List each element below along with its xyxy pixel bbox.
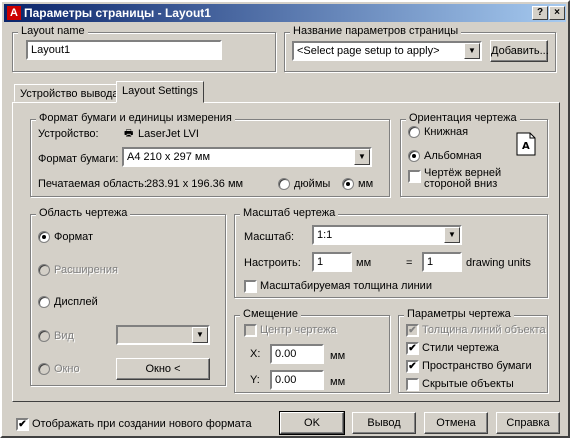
plot-options-group-label: Параметры чертежа (404, 308, 514, 320)
scale-value: 1:1 (317, 229, 333, 241)
plot-styles-checkbox[interactable]: ✔ (406, 342, 419, 355)
view-select[interactable]: ▼ (116, 325, 210, 345)
layout-name-input[interactable]: Layout1 (26, 40, 222, 60)
help-title-button[interactable]: ? (532, 6, 548, 20)
custom-scale-label: Настроить: (244, 257, 301, 269)
plot-window-label: Окно (54, 363, 80, 375)
offset-y-label: Y: (250, 374, 260, 386)
page-setup-dialog: A Параметры страницы - Layout1 ? × Layou… (0, 0, 570, 438)
plot-area-group-label: Область чертежа (36, 207, 131, 219)
show-on-new-label: Отображать при создании нового формата (32, 418, 252, 430)
page-setup-name-label: Название параметров страницы (290, 25, 462, 37)
units-mm-radio[interactable] (342, 178, 354, 190)
printable-area-value: 283.91 x 196.36 мм (146, 178, 244, 190)
tab-layout-settings[interactable]: Layout Settings (116, 81, 204, 103)
plot-limits-radio[interactable] (38, 231, 50, 243)
paperspace-last-checkbox[interactable]: ✔ (406, 360, 419, 373)
portrait-radio[interactable] (408, 126, 420, 138)
device-value: LaserJet LVI (138, 128, 199, 140)
orientation-group-label: Ориентация чертежа (406, 112, 520, 124)
page-setup-select[interactable]: <Select page setup to apply> ▼ (292, 41, 482, 61)
plot-display-label: Дисплей (54, 296, 98, 308)
offset-x-unit: мм (330, 350, 346, 362)
plot-view-label: Вид (54, 330, 74, 342)
custom-mm-input[interactable]: 1 (312, 252, 352, 272)
plot-button[interactable]: Вывод (352, 412, 416, 434)
window-pick-button[interactable]: Окно < (116, 358, 210, 380)
scale-lineweights-label: Масштабируемая толщина линии (260, 280, 432, 292)
upside-down-label: Чертёж верней стороной вниз (424, 167, 502, 190)
units-mm-label: мм (358, 178, 374, 190)
help-button[interactable]: Справка (496, 412, 560, 434)
plot-offset-group-label: Смещение (240, 308, 302, 320)
equals-sign: = (406, 257, 413, 269)
offset-y-unit: мм (330, 376, 346, 388)
offset-y-input[interactable]: 0.00 (270, 370, 324, 390)
page-setup-select-value: <Select page setup to apply> (297, 45, 440, 57)
chevron-down-icon[interactable]: ▼ (464, 43, 480, 59)
units-inches-label: дюймы (294, 178, 331, 190)
plot-window-radio[interactable] (38, 363, 50, 375)
add-page-setup-button[interactable]: Добавить... (490, 40, 549, 62)
upside-down-checkbox[interactable] (408, 170, 421, 183)
chevron-down-icon[interactable]: ▼ (444, 227, 460, 243)
portrait-label: Книжная (424, 126, 469, 138)
object-lineweights-checkbox[interactable]: ✔ (406, 324, 419, 337)
paper-size-label: Формат бумаги: (38, 153, 119, 165)
close-title-button[interactable]: × (549, 6, 565, 20)
dialog-title: Параметры страницы - Layout1 (24, 6, 211, 20)
plot-display-radio[interactable] (38, 296, 50, 308)
cancel-button[interactable]: Отмена (424, 412, 488, 434)
offset-x-input[interactable]: 0.00 (270, 344, 324, 364)
printable-area-label: Печатаемая область: (38, 178, 147, 190)
plot-view-radio[interactable] (38, 330, 50, 342)
hide-objects-label: Скрытые объекты (422, 378, 514, 390)
paperspace-last-label: Пространство бумаги (422, 360, 532, 372)
plot-extents-radio[interactable] (38, 264, 50, 276)
paper-size-select[interactable]: A4 210 x 297 мм ▼ (122, 147, 372, 167)
device-label: Устройство: (38, 128, 99, 140)
hide-objects-checkbox[interactable] (406, 378, 419, 391)
drawing-units-label: drawing units (466, 257, 531, 269)
scale-select[interactable]: 1:1 ▼ (312, 225, 462, 245)
plot-extents-label: Расширения (54, 264, 118, 276)
paper-size-group-label: Формат бумаги и единицы измерения (36, 112, 235, 124)
landscape-radio[interactable] (408, 150, 420, 162)
offset-x-label: X: (250, 348, 261, 360)
plot-styles-label: Стили чертежа (422, 342, 499, 354)
paper-size-value: A4 210 x 297 мм (127, 151, 211, 163)
units-inches-radio[interactable] (278, 178, 290, 190)
ok-button[interactable]: OK (279, 411, 345, 435)
printer-icon: 🖶 (124, 128, 134, 139)
plot-limits-label: Формат (54, 231, 94, 243)
landscape-page-icon: A (516, 132, 536, 156)
layout-name-label: Layout name (18, 25, 88, 37)
title-bar: A Параметры страницы - Layout1 (4, 4, 566, 22)
landscape-label: Альбомная (424, 150, 482, 162)
chevron-down-icon[interactable]: ▼ (192, 327, 208, 343)
svg-text:A: A (522, 141, 530, 152)
custom-mm-unit: мм (356, 257, 372, 269)
scale-lineweights-checkbox[interactable] (244, 280, 257, 293)
tab-plot-device[interactable]: Устройство вывода (14, 84, 125, 102)
scale-label: Масштаб: (244, 231, 295, 243)
chevron-down-icon[interactable]: ▼ (354, 149, 370, 165)
custom-units-input[interactable]: 1 (422, 252, 462, 272)
autocad-app-icon: A (7, 6, 21, 20)
center-plot-label: Центр чертежа (260, 324, 337, 336)
object-lineweights-label: Толщина линий объекта (422, 324, 546, 336)
show-on-new-checkbox[interactable]: ✔ (16, 418, 29, 431)
center-plot-checkbox[interactable] (244, 324, 257, 337)
plot-scale-group-label: Масштаб чертежа (240, 207, 339, 219)
